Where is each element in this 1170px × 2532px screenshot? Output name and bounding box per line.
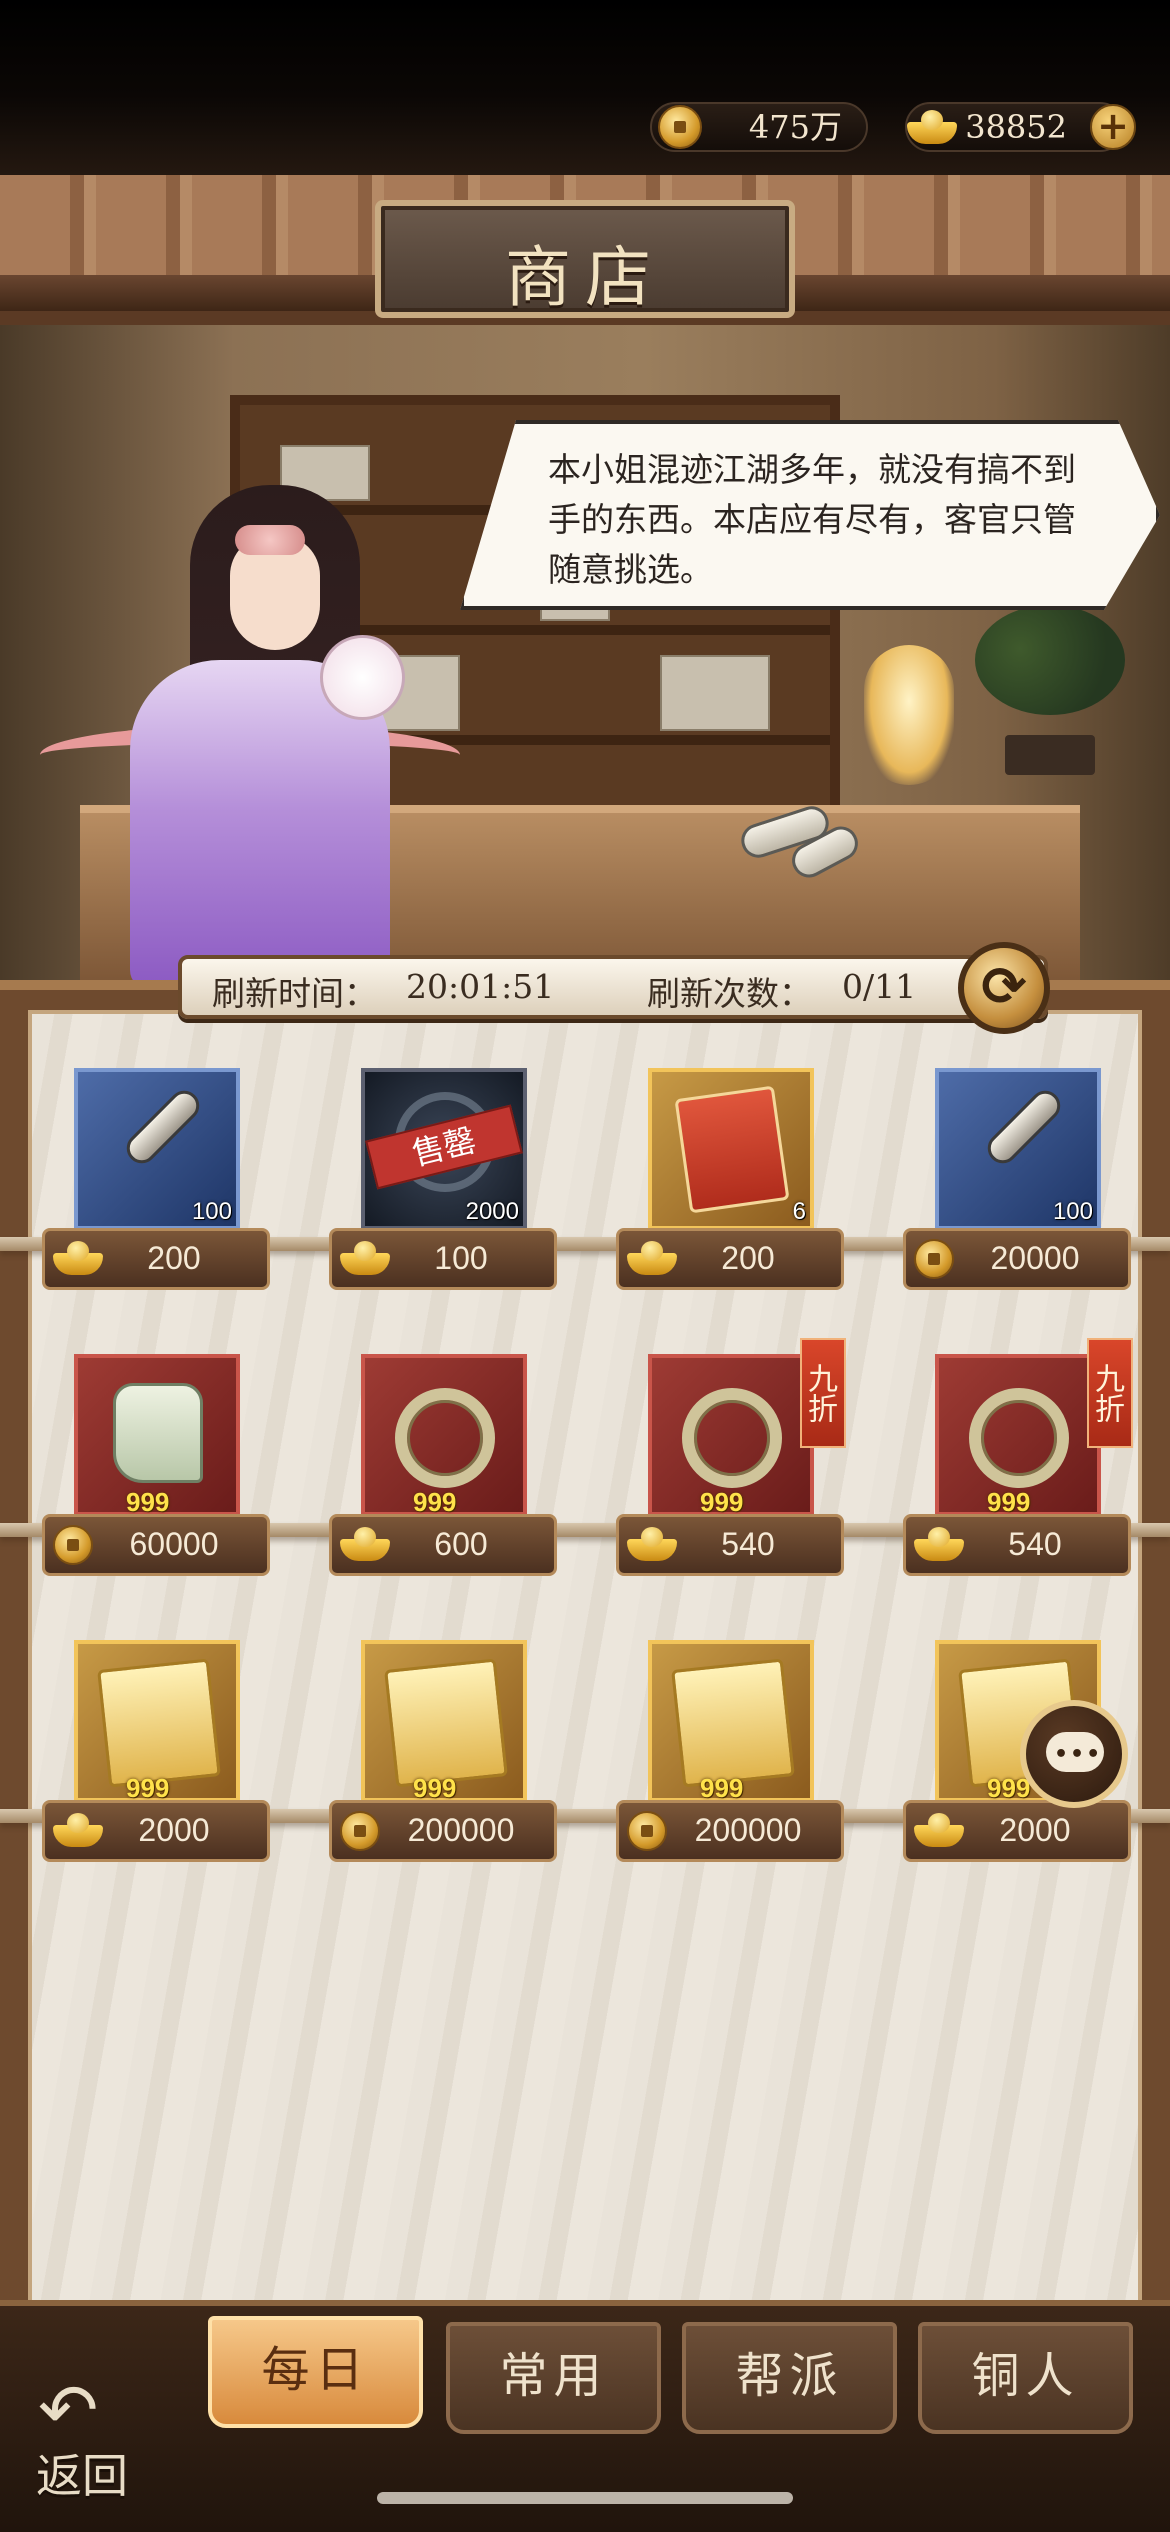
tab-common[interactable]: 常用 bbox=[446, 2322, 661, 2434]
plus-icon: + bbox=[1097, 104, 1129, 148]
item-price: 60000 bbox=[129, 1526, 219, 1562]
chat-button[interactable]: ••• bbox=[1020, 1700, 1128, 1808]
item-price: 540 bbox=[1008, 1526, 1062, 1562]
shop-item-card[interactable]: 100 bbox=[935, 1068, 1101, 1230]
shop-item-card[interactable]: 999 bbox=[361, 1640, 527, 1803]
discount-tag: 九折 bbox=[800, 1338, 846, 1448]
gold-ingot-icon bbox=[914, 1525, 964, 1563]
shopkeeper-character bbox=[40, 425, 460, 990]
gold-ingot-icon bbox=[627, 1239, 677, 1277]
item-price: 540 bbox=[721, 1526, 775, 1562]
refresh-count-value: 0/11 bbox=[842, 967, 917, 1006]
price-tag[interactable]: 200 bbox=[42, 1228, 270, 1290]
item-price: 2000 bbox=[138, 1812, 210, 1848]
top-resource-bar: 475万 38852 + bbox=[0, 0, 1170, 175]
shop-item-card[interactable]: 999 bbox=[935, 1354, 1101, 1517]
tab-bronze-man[interactable]: 铜人 bbox=[918, 2322, 1133, 2434]
red-envelope-icon bbox=[652, 1072, 810, 1226]
shop-item-card[interactable]: 6 bbox=[648, 1068, 814, 1230]
copper-coin-icon bbox=[914, 1239, 954, 1279]
gold-amount: 38852 bbox=[965, 108, 1067, 146]
item-quantity: 100 bbox=[191, 1198, 232, 1225]
back-button[interactable]: ↶ 返回 bbox=[28, 2368, 148, 2503]
price-tag[interactable]: 200 bbox=[616, 1228, 844, 1290]
refresh-info-bar: 刷新时间： 20:01:51 刷新次数： 0/11 bbox=[178, 955, 1048, 1019]
gold-ingot-icon bbox=[53, 1811, 103, 1849]
shop-item-card[interactable]: 999 bbox=[648, 1640, 814, 1803]
copper-coin-icon bbox=[340, 1811, 380, 1851]
price-tag[interactable]: 540 bbox=[616, 1514, 844, 1576]
item-price: 600 bbox=[434, 1526, 488, 1562]
item-price: 2000 bbox=[999, 1812, 1071, 1848]
back-arrow-icon: ↶ bbox=[38, 2368, 99, 2452]
price-tag[interactable]: 200000 bbox=[329, 1800, 557, 1862]
shop-item-card[interactable]: 999 bbox=[648, 1354, 814, 1517]
copper-coin-icon bbox=[658, 105, 702, 149]
gold-ingot-icon bbox=[627, 1525, 677, 1563]
copper-coin-icon bbox=[53, 1525, 93, 1565]
back-label: 返回 bbox=[36, 2449, 128, 2503]
shop-item-card[interactable]: 999 bbox=[74, 1354, 240, 1517]
page-title: 商店 bbox=[505, 239, 665, 316]
bonsai-plant bbox=[975, 605, 1125, 775]
shop-item-card[interactable]: 100 bbox=[74, 1068, 240, 1230]
home-indicator bbox=[377, 2492, 793, 2504]
refresh-time-value: 20:01:51 bbox=[406, 967, 555, 1006]
gold-ingot-icon bbox=[907, 108, 957, 146]
price-tag[interactable]: 100 bbox=[329, 1228, 557, 1290]
tab-guild[interactable]: 帮派 bbox=[682, 2322, 897, 2434]
price-tag[interactable]: 2000 bbox=[42, 1800, 270, 1862]
tab-daily[interactable]: 每日 bbox=[208, 2316, 423, 2428]
refresh-button[interactable]: ⟳ bbox=[958, 942, 1050, 1034]
item-quantity: 2000 bbox=[465, 1198, 519, 1225]
item-price: 200 bbox=[721, 1240, 775, 1276]
gold-ingot-icon bbox=[340, 1525, 390, 1563]
item-price: 200000 bbox=[407, 1812, 515, 1848]
refresh-count-label: 刷新次数： bbox=[647, 974, 812, 1013]
copper-amount: 475万 bbox=[748, 108, 842, 146]
item-price: 20000 bbox=[990, 1240, 1080, 1276]
item-price: 200 bbox=[147, 1240, 201, 1276]
lantern bbox=[864, 645, 954, 785]
item-price: 100 bbox=[434, 1240, 488, 1276]
price-tag[interactable]: 2000 bbox=[903, 1800, 1131, 1862]
price-tag[interactable]: 60000 bbox=[42, 1514, 270, 1576]
item-price: 200000 bbox=[694, 1812, 802, 1848]
price-tag[interactable]: 200000 bbox=[616, 1800, 844, 1862]
shop-item-card[interactable]: 999 bbox=[74, 1640, 240, 1803]
price-tag[interactable]: 600 bbox=[329, 1514, 557, 1576]
item-quantity: 100 bbox=[1052, 1198, 1093, 1225]
copper-currency-display: 475万 bbox=[650, 102, 868, 152]
price-tag[interactable]: 20000 bbox=[903, 1228, 1131, 1290]
refresh-icon: ⟳ bbox=[981, 955, 1027, 1018]
discount-tag: 九折 bbox=[1087, 1338, 1133, 1448]
gold-ingot-icon bbox=[53, 1239, 103, 1277]
add-gold-button[interactable]: + bbox=[1090, 104, 1136, 150]
gold-ingot-icon bbox=[914, 1811, 964, 1849]
price-tag[interactable]: 540 bbox=[903, 1514, 1131, 1576]
gold-ingot-icon bbox=[340, 1239, 390, 1277]
item-quantity: 6 bbox=[792, 1198, 806, 1225]
copper-coin-icon bbox=[627, 1811, 667, 1851]
fan-icon bbox=[320, 635, 405, 720]
refresh-time-label: 刷新时间： bbox=[212, 974, 377, 1013]
npc-dialog-text: 本小姐混迹江湖多年，就没有搞不到手的东西。本店应有尽有，客官只管随意挑选。 bbox=[548, 450, 1076, 589]
shop-item-card[interactable]: 售罄 2000 bbox=[361, 1068, 527, 1230]
title-plaque: 商店 bbox=[375, 200, 795, 318]
shop-item-card[interactable]: 999 bbox=[361, 1354, 527, 1517]
